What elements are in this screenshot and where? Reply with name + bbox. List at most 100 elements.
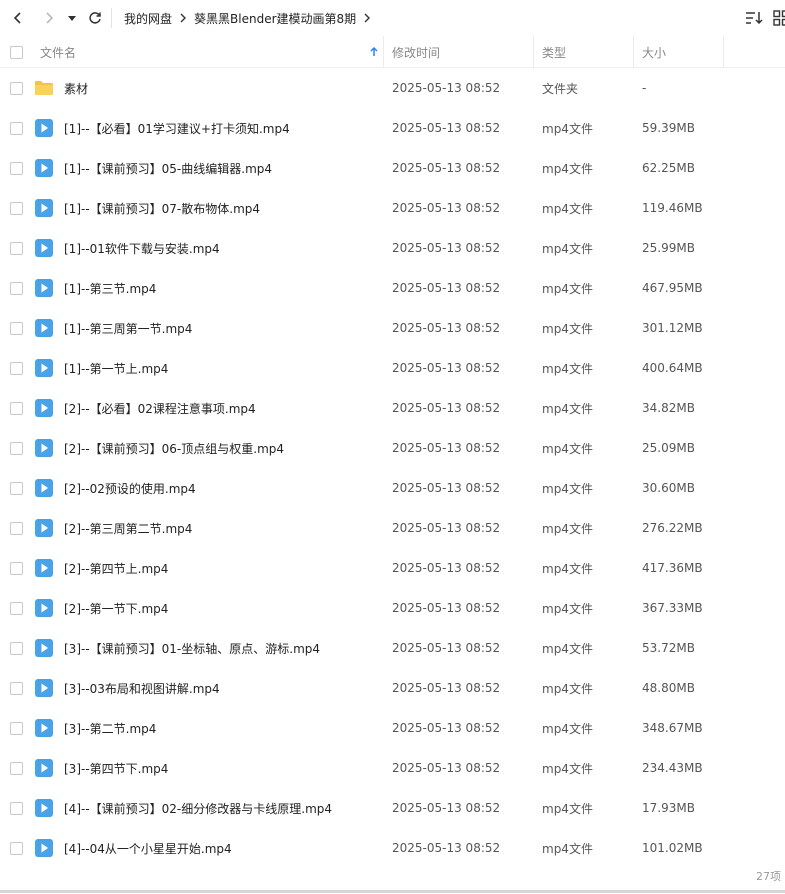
view-toggle-button[interactable]: [769, 6, 785, 30]
row-checkbox[interactable]: [10, 242, 23, 255]
file-name[interactable]: 素材: [64, 68, 88, 108]
file-row[interactable]: [1]--【必看】01学习建议+打卡须知.mp4 2025-05-13 08:52…: [0, 108, 785, 148]
file-row[interactable]: [3]--03布局和视图讲解.mp4 2025-05-13 08:52 mp4文件 4…: [0, 668, 785, 708]
sort-button[interactable]: [742, 6, 766, 30]
row-checkbox[interactable]: [10, 722, 23, 735]
file-row[interactable]: [3]--第二节.mp4 2025-05-13 08:52 mp4文件 348.67M…: [0, 708, 785, 748]
file-name[interactable]: [2]--第一节下.mp4: [64, 588, 168, 628]
row-checkbox[interactable]: [10, 562, 23, 575]
file-type: mp4文件: [542, 321, 593, 336]
column-time-header[interactable]: 修改时间: [392, 36, 440, 68]
file-name[interactable]: [1]--第三周第一节.mp4: [64, 308, 192, 348]
file-name[interactable]: [1]--【课前预习】05-曲线编辑器.mp4: [64, 148, 272, 188]
row-checkbox[interactable]: [10, 122, 23, 135]
file-row[interactable]: [4]--【课前预习】02-细分修改器与卡线原理.mp4 2025-05-13 0…: [0, 788, 785, 828]
file-size: 62.25MB: [642, 161, 695, 175]
file-type: 文件夹: [542, 81, 579, 96]
file-name[interactable]: [1]--01软件下载与安装.mp4: [64, 228, 220, 268]
column-type-header[interactable]: 类型: [542, 36, 566, 68]
row-checkbox[interactable]: [10, 482, 23, 495]
modified-time: 2025-05-13 08:52: [392, 481, 501, 495]
file-name[interactable]: [2]--第三周第二节.mp4: [64, 508, 192, 548]
column-divider[interactable]: [533, 36, 534, 68]
video-file-icon: [35, 679, 53, 697]
video-file-icon: [35, 399, 53, 417]
caret-down-icon: [68, 16, 76, 21]
file-size: 119.46MB: [642, 201, 703, 215]
file-name[interactable]: [4]--【课前预习】02-细分修改器与卡线原理.mp4: [64, 788, 332, 828]
file-row[interactable]: [2]--第三周第二节.mp4 2025-05-13 08:52 mp4文件 276.…: [0, 508, 785, 548]
row-checkbox[interactable]: [10, 82, 23, 95]
file-name[interactable]: [1]--第一节上.mp4: [64, 348, 168, 388]
column-divider[interactable]: [723, 36, 724, 68]
file-row[interactable]: [1]--【课前预习】05-曲线编辑器.mp4 2025-05-13 08:52 m…: [0, 148, 785, 188]
modified-time: 2025-05-13 08:52: [392, 521, 501, 535]
breadcrumb-item-current[interactable]: 葵黑黑Blender建模动画第8期: [194, 10, 356, 27]
file-type: mp4文件: [542, 481, 593, 496]
file-name[interactable]: [2]--02预设的使用.mp4: [64, 468, 196, 508]
file-row[interactable]: [1]--01软件下载与安装.mp4 2025-05-13 08:52 mp4文件 2…: [0, 228, 785, 268]
row-checkbox[interactable]: [10, 522, 23, 535]
video-file-icon: [35, 599, 53, 617]
column-divider[interactable]: [383, 36, 384, 68]
row-checkbox[interactable]: [10, 402, 23, 415]
file-row[interactable]: [3]--【课前预习】01-坐标轴、原点、游标.mp4 2025-05-13 08…: [0, 628, 785, 668]
row-checkbox[interactable]: [10, 282, 23, 295]
file-row[interactable]: [2]--【必看】02课程注意事项.mp4 2025-05-13 08:52 mp4…: [0, 388, 785, 428]
file-row[interactable]: [1]--第三周第一节.mp4 2025-05-13 08:52 mp4文件 301.…: [0, 308, 785, 348]
file-name[interactable]: [3]--第四节下.mp4: [64, 748, 168, 788]
modified-time: 2025-05-13 08:52: [392, 801, 501, 815]
file-row[interactable]: [3]--第四节下.mp4 2025-05-13 08:52 mp4文件 234.43…: [0, 748, 785, 788]
breadcrumb: 我的网盘 葵黑黑Blender建模动画第8期: [124, 0, 378, 36]
video-file-icon: [35, 279, 53, 297]
file-row[interactable]: [2]--第四节上.mp4 2025-05-13 08:52 mp4文件 417.36…: [0, 548, 785, 588]
file-name[interactable]: [2]--【必看】02课程注意事项.mp4: [64, 388, 256, 428]
file-row[interactable]: [1]--【课前预习】07-散布物体.mp4 2025-05-13 08:52 mp…: [0, 188, 785, 228]
refresh-button[interactable]: [80, 3, 110, 33]
refresh-icon: [89, 12, 101, 24]
file-row[interactable]: [1]--第三节.mp4 2025-05-13 08:52 mp4文件 467.95M…: [0, 268, 785, 308]
sort-ascending-icon[interactable]: [369, 47, 379, 57]
row-checkbox[interactable]: [10, 842, 23, 855]
file-row[interactable]: 素材 2025-05-13 08:52 文件夹 -: [0, 68, 785, 108]
row-checkbox[interactable]: [10, 802, 23, 815]
column-size-header[interactable]: 大小: [642, 36, 666, 68]
row-checkbox[interactable]: [10, 642, 23, 655]
breadcrumb-item-root[interactable]: 我的网盘: [124, 10, 172, 27]
file-name[interactable]: [3]--03布局和视图讲解.mp4: [64, 668, 220, 708]
row-checkbox[interactable]: [10, 602, 23, 615]
file-row[interactable]: [2]--第一节下.mp4 2025-05-13 08:52 mp4文件 367.33…: [0, 588, 785, 628]
horizontal-scrollbar[interactable]: [0, 890, 785, 893]
row-checkbox[interactable]: [10, 442, 23, 455]
row-checkbox[interactable]: [10, 362, 23, 375]
breadcrumb-separator-icon[interactable]: [362, 13, 372, 23]
select-all-checkbox[interactable]: [10, 46, 23, 59]
video-file-icon: [35, 839, 53, 857]
video-file-icon: [35, 239, 53, 257]
file-size: 467.95MB: [642, 281, 703, 295]
file-name[interactable]: [2]--【课前预习】06-顶点组与权重.mp4: [64, 428, 284, 468]
column-name-header[interactable]: 文件名: [40, 36, 76, 68]
file-row[interactable]: [2]--02预设的使用.mp4 2025-05-13 08:52 mp4文件 30.…: [0, 468, 785, 508]
row-checkbox[interactable]: [10, 762, 23, 775]
file-size: 367.33MB: [642, 601, 703, 615]
file-name[interactable]: [1]--【必看】01学习建议+打卡须知.mp4: [64, 108, 290, 148]
file-type: mp4文件: [542, 161, 593, 176]
column-divider[interactable]: [633, 36, 634, 68]
file-name[interactable]: [1]--第三节.mp4: [64, 268, 156, 308]
file-name[interactable]: [3]--【课前预习】01-坐标轴、原点、游标.mp4: [64, 628, 320, 668]
row-checkbox[interactable]: [10, 322, 23, 335]
file-row[interactable]: [1]--第一节上.mp4 2025-05-13 08:52 mp4文件 400.64…: [0, 348, 785, 388]
file-name[interactable]: [1]--【课前预习】07-散布物体.mp4: [64, 188, 260, 228]
file-type: mp4文件: [542, 281, 593, 296]
file-size: 276.22MB: [642, 521, 703, 535]
row-checkbox[interactable]: [10, 682, 23, 695]
file-row[interactable]: [2]--【课前预习】06-顶点组与权重.mp4 2025-05-13 08:52…: [0, 428, 785, 468]
file-name[interactable]: [2]--第四节上.mp4: [64, 548, 168, 588]
row-checkbox[interactable]: [10, 162, 23, 175]
back-button[interactable]: [3, 3, 33, 33]
row-checkbox[interactable]: [10, 202, 23, 215]
video-file-icon: [35, 799, 53, 817]
file-name[interactable]: [3]--第二节.mp4: [64, 708, 156, 748]
file-type: mp4文件: [542, 401, 593, 416]
